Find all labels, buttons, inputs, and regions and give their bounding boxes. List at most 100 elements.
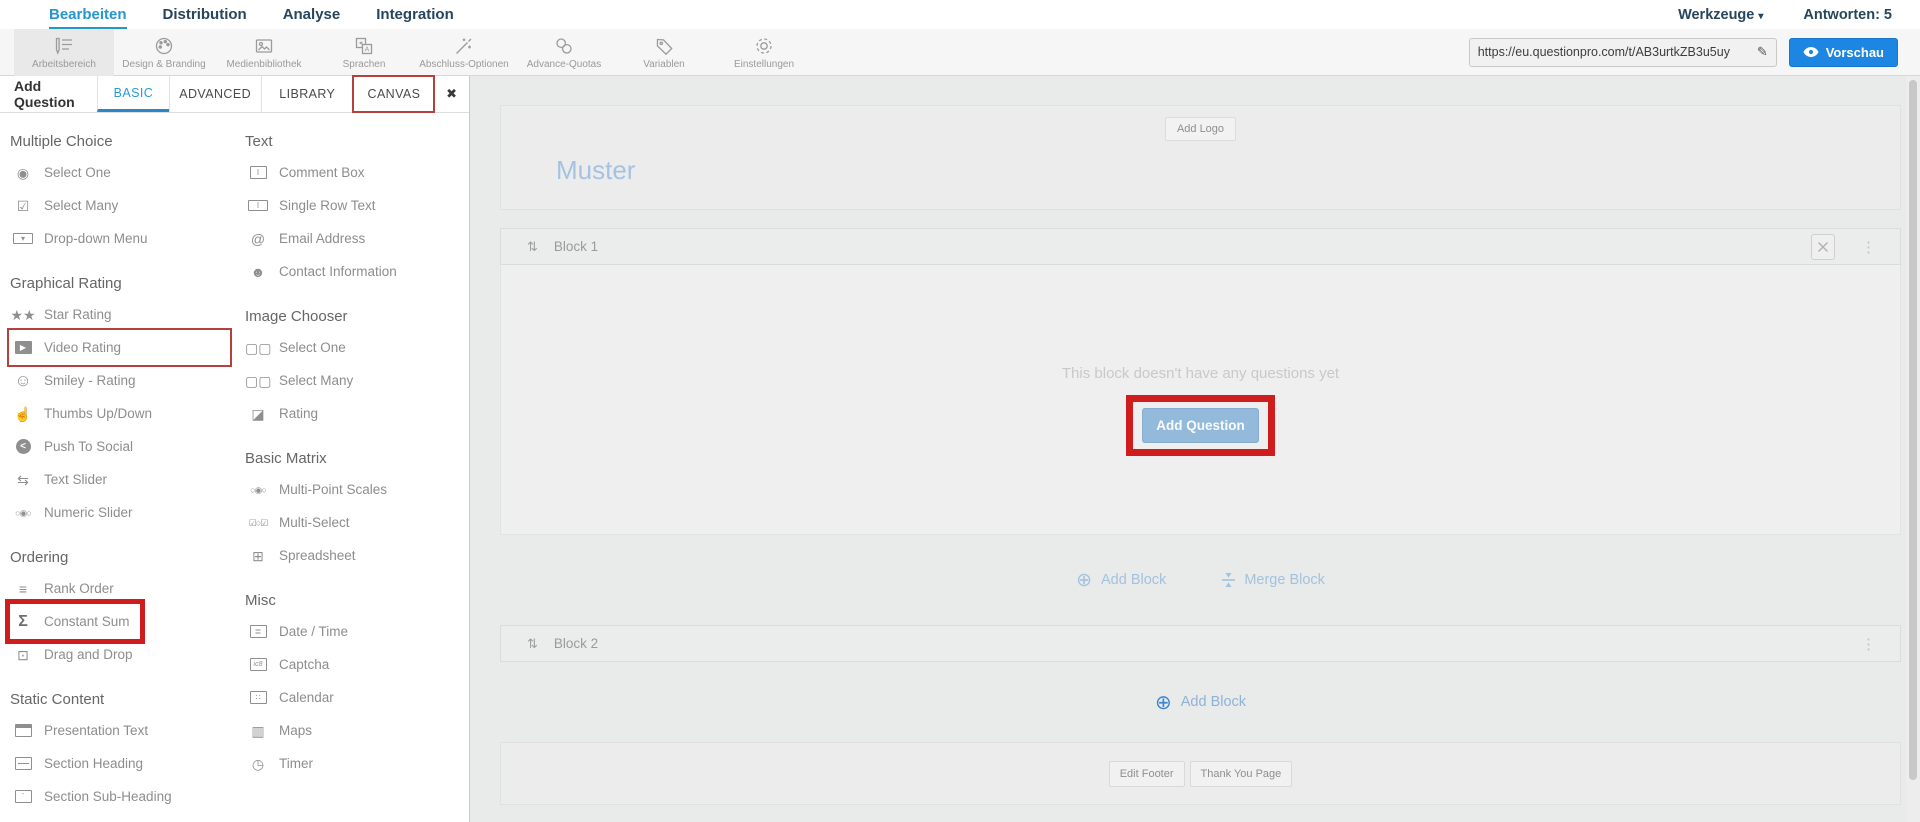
section-misc: Misc ≣ Date / Time ic8 Captcha ∷ Calenda… xyxy=(245,592,465,780)
add-logo-button[interactable]: Add Logo xyxy=(1165,117,1236,141)
collapse-icon[interactable]: ⇅ xyxy=(527,636,538,652)
svg-text:A: A xyxy=(365,46,370,53)
responses-count[interactable]: Antworten: 5 xyxy=(1803,7,1892,23)
toolbar-einstellungen[interactable]: Einstellungen xyxy=(714,29,814,76)
section-header: Text xyxy=(245,133,465,150)
question-type-rank-order[interactable]: ≡ Rank Order xyxy=(10,572,238,605)
question-type-select-many[interactable]: ☑ Select Many xyxy=(10,189,238,222)
toolbar-design-branding[interactable]: Design & Branding xyxy=(114,29,214,76)
toolbar-advance-quotas[interactable]: Advance-Quotas xyxy=(514,29,614,76)
question-type-multi-point-scales[interactable]: ○◉○ Multi-Point Scales xyxy=(245,473,465,506)
nav-tab-analyse[interactable]: Analyse xyxy=(283,0,341,29)
question-type-email-address[interactable]: @ Email Address xyxy=(245,222,465,255)
toolbar-variablen[interactable]: Variablen xyxy=(614,29,714,76)
toolbar-abschluss-optionen[interactable]: Abschluss-Optionen xyxy=(414,29,514,76)
question-type-thumbs-up-down[interactable]: ☝ Thumbs Up/Down xyxy=(10,397,238,430)
question-type-multi-select[interactable]: ☑○☑ Multi-Select xyxy=(245,506,465,539)
section-header: Static Content xyxy=(10,691,238,708)
question-type-constant-sum[interactable]: Σ Constant Sum xyxy=(10,605,238,638)
question-type-date-time[interactable]: ≣ Date / Time xyxy=(245,615,465,648)
question-type-single-row-text[interactable]: I Single Row Text xyxy=(245,189,465,222)
question-type-push-to-social[interactable]: < Push To Social xyxy=(10,430,238,463)
add-block-link[interactable]: ⊕ Add Block xyxy=(1076,569,1166,592)
question-type-section-heading[interactable]: Section Heading xyxy=(10,747,238,780)
merge-block-link[interactable]: Merge Block xyxy=(1222,572,1325,588)
question-type-list: Multiple Choice ◉ Select One ☑ Select Ma… xyxy=(0,113,469,121)
block-2-header[interactable]: ⇅ Block 2 ⋮ xyxy=(500,625,1901,662)
block-2-actions: ⋮ xyxy=(1861,635,1876,653)
randomize-icon[interactable] xyxy=(1811,234,1835,260)
share-url-box[interactable]: https://eu.questionpro.com/t/AB3urtkZB3u… xyxy=(1469,38,1777,67)
question-type-numeric-slider[interactable]: ○◉○ Numeric Slider xyxy=(10,496,238,529)
scrollbar-thumb[interactable] xyxy=(1909,80,1917,780)
edit-pencil-icon[interactable]: ✎ xyxy=(1757,44,1768,60)
question-type-contact-information[interactable]: ☻ Contact Information xyxy=(245,255,465,288)
question-type-image-rating[interactable]: ◪ Rating xyxy=(245,397,465,430)
question-type-image-select-one[interactable]: ▢▢ Select One xyxy=(245,331,465,364)
section-image-chooser: Image Chooser ▢▢ Select One ▢▢ Select Ma… xyxy=(245,308,465,430)
close-icon[interactable]: ✖ xyxy=(434,76,469,112)
nav-tabs: Bearbeiten Distribution Analyse Integrat… xyxy=(0,0,454,29)
gear-icon xyxy=(753,35,775,57)
media-image-icon xyxy=(253,35,275,57)
question-type-calendar[interactable]: ∷ Calendar xyxy=(245,681,465,714)
annotation-box: Add Question xyxy=(1126,395,1275,456)
question-type-presentation-text[interactable]: Presentation Text xyxy=(10,714,238,747)
contact-person-icon: ☻ xyxy=(245,265,271,279)
section-basic-matrix: Basic Matrix ○◉○ Multi-Point Scales ☑○☑ … xyxy=(245,450,465,572)
toolbar-arbeitsbereich[interactable]: Arbeitsbereich xyxy=(14,29,114,76)
survey-title[interactable]: Muster xyxy=(556,155,1900,186)
tab-library[interactable]: LIBRARY xyxy=(261,76,353,112)
presentation-text-icon xyxy=(10,724,36,737)
single-row-text-icon: I xyxy=(245,200,271,211)
werkzeuge-menu[interactable]: Werkzeuge▾ xyxy=(1678,7,1763,23)
question-type-captcha[interactable]: ic8 Captcha xyxy=(245,648,465,681)
nav-tab-distribution[interactable]: Distribution xyxy=(163,0,247,29)
kebab-menu-icon[interactable]: ⋮ xyxy=(1861,238,1876,256)
edit-footer-button[interactable]: Edit Footer xyxy=(1109,761,1185,787)
tab-canvas[interactable]: CANVAS xyxy=(353,76,434,112)
collapse-icon[interactable]: ⇅ xyxy=(527,239,538,255)
question-type-comment-box[interactable]: I Comment Box xyxy=(245,156,465,189)
add-block-row: ⊕ Add Block xyxy=(500,662,1901,742)
tab-advanced[interactable]: ADVANCED xyxy=(169,76,261,112)
section-header: Misc xyxy=(245,592,465,609)
question-type-spreadsheet[interactable]: ⊞ Spreadsheet xyxy=(245,539,465,572)
tab-basic[interactable]: BASIC xyxy=(97,76,168,112)
preview-button[interactable]: Vorschau xyxy=(1789,38,1898,67)
question-type-star-rating[interactable]: ★★ Star Rating xyxy=(10,298,238,331)
section-header: Image Chooser xyxy=(245,308,465,325)
add-question-button[interactable]: Add Question xyxy=(1142,408,1259,443)
survey-footer-card: Edit Footer Thank You Page xyxy=(500,742,1901,805)
question-type-text-slider[interactable]: ⇆ Text Slider xyxy=(10,463,238,496)
question-column-1: Multiple Choice ◉ Select One ☑ Select Ma… xyxy=(10,121,238,813)
question-type-smiley-rating[interactable]: ☺ Smiley - Rating xyxy=(10,364,238,397)
block-1-header[interactable]: ⇅ Block 1 ⋮ xyxy=(500,228,1901,265)
palette-icon xyxy=(153,35,175,57)
section-header: Graphical Rating xyxy=(10,275,238,292)
at-sign-icon: @ xyxy=(245,232,271,246)
thank-you-page-button[interactable]: Thank You Page xyxy=(1190,761,1293,787)
kebab-menu-icon[interactable]: ⋮ xyxy=(1861,635,1876,653)
question-type-timer[interactable]: ◷ Timer xyxy=(245,747,465,780)
workspace-icon xyxy=(53,35,75,57)
toolbar: Arbeitsbereich Design & Branding Medienb… xyxy=(0,29,1920,76)
toolbar-sprachen[interactable]: ✶A Sprachen xyxy=(314,29,414,76)
question-type-maps[interactable]: ▥ Maps xyxy=(245,714,465,747)
add-block-link-2[interactable]: ⊕ Add Block xyxy=(1155,690,1246,715)
question-type-image-select-many[interactable]: ▢▢ Select Many xyxy=(245,364,465,397)
survey-header-card: Add Logo Muster xyxy=(500,105,1901,210)
question-type-dropdown-menu[interactable]: ▾ Drop-down Menu xyxy=(10,222,238,255)
nav-right: Werkzeuge▾ Antworten: 5 xyxy=(1678,7,1920,23)
nav-tab-integration[interactable]: Integration xyxy=(376,0,454,29)
block-title: Block 2 xyxy=(554,636,598,651)
question-type-section-sub-heading[interactable]: ˉ Section Sub-Heading xyxy=(10,780,238,813)
toolbar-medienbibliothek[interactable]: Medienbibliothek xyxy=(214,29,314,76)
nav-tab-bearbeiten[interactable]: Bearbeiten xyxy=(49,0,127,29)
question-type-video-rating[interactable]: ▶ Video Rating xyxy=(10,331,238,364)
scrollbar[interactable] xyxy=(1906,76,1920,822)
radio-list-icon: ◉ xyxy=(10,166,36,180)
question-type-drag-and-drop[interactable]: ⊡ Drag and Drop xyxy=(10,638,238,671)
question-type-select-one[interactable]: ◉ Select One xyxy=(10,156,238,189)
survey-canvas: Add Logo Muster ⇅ Block 1 ⋮ This block d… xyxy=(471,76,1906,822)
